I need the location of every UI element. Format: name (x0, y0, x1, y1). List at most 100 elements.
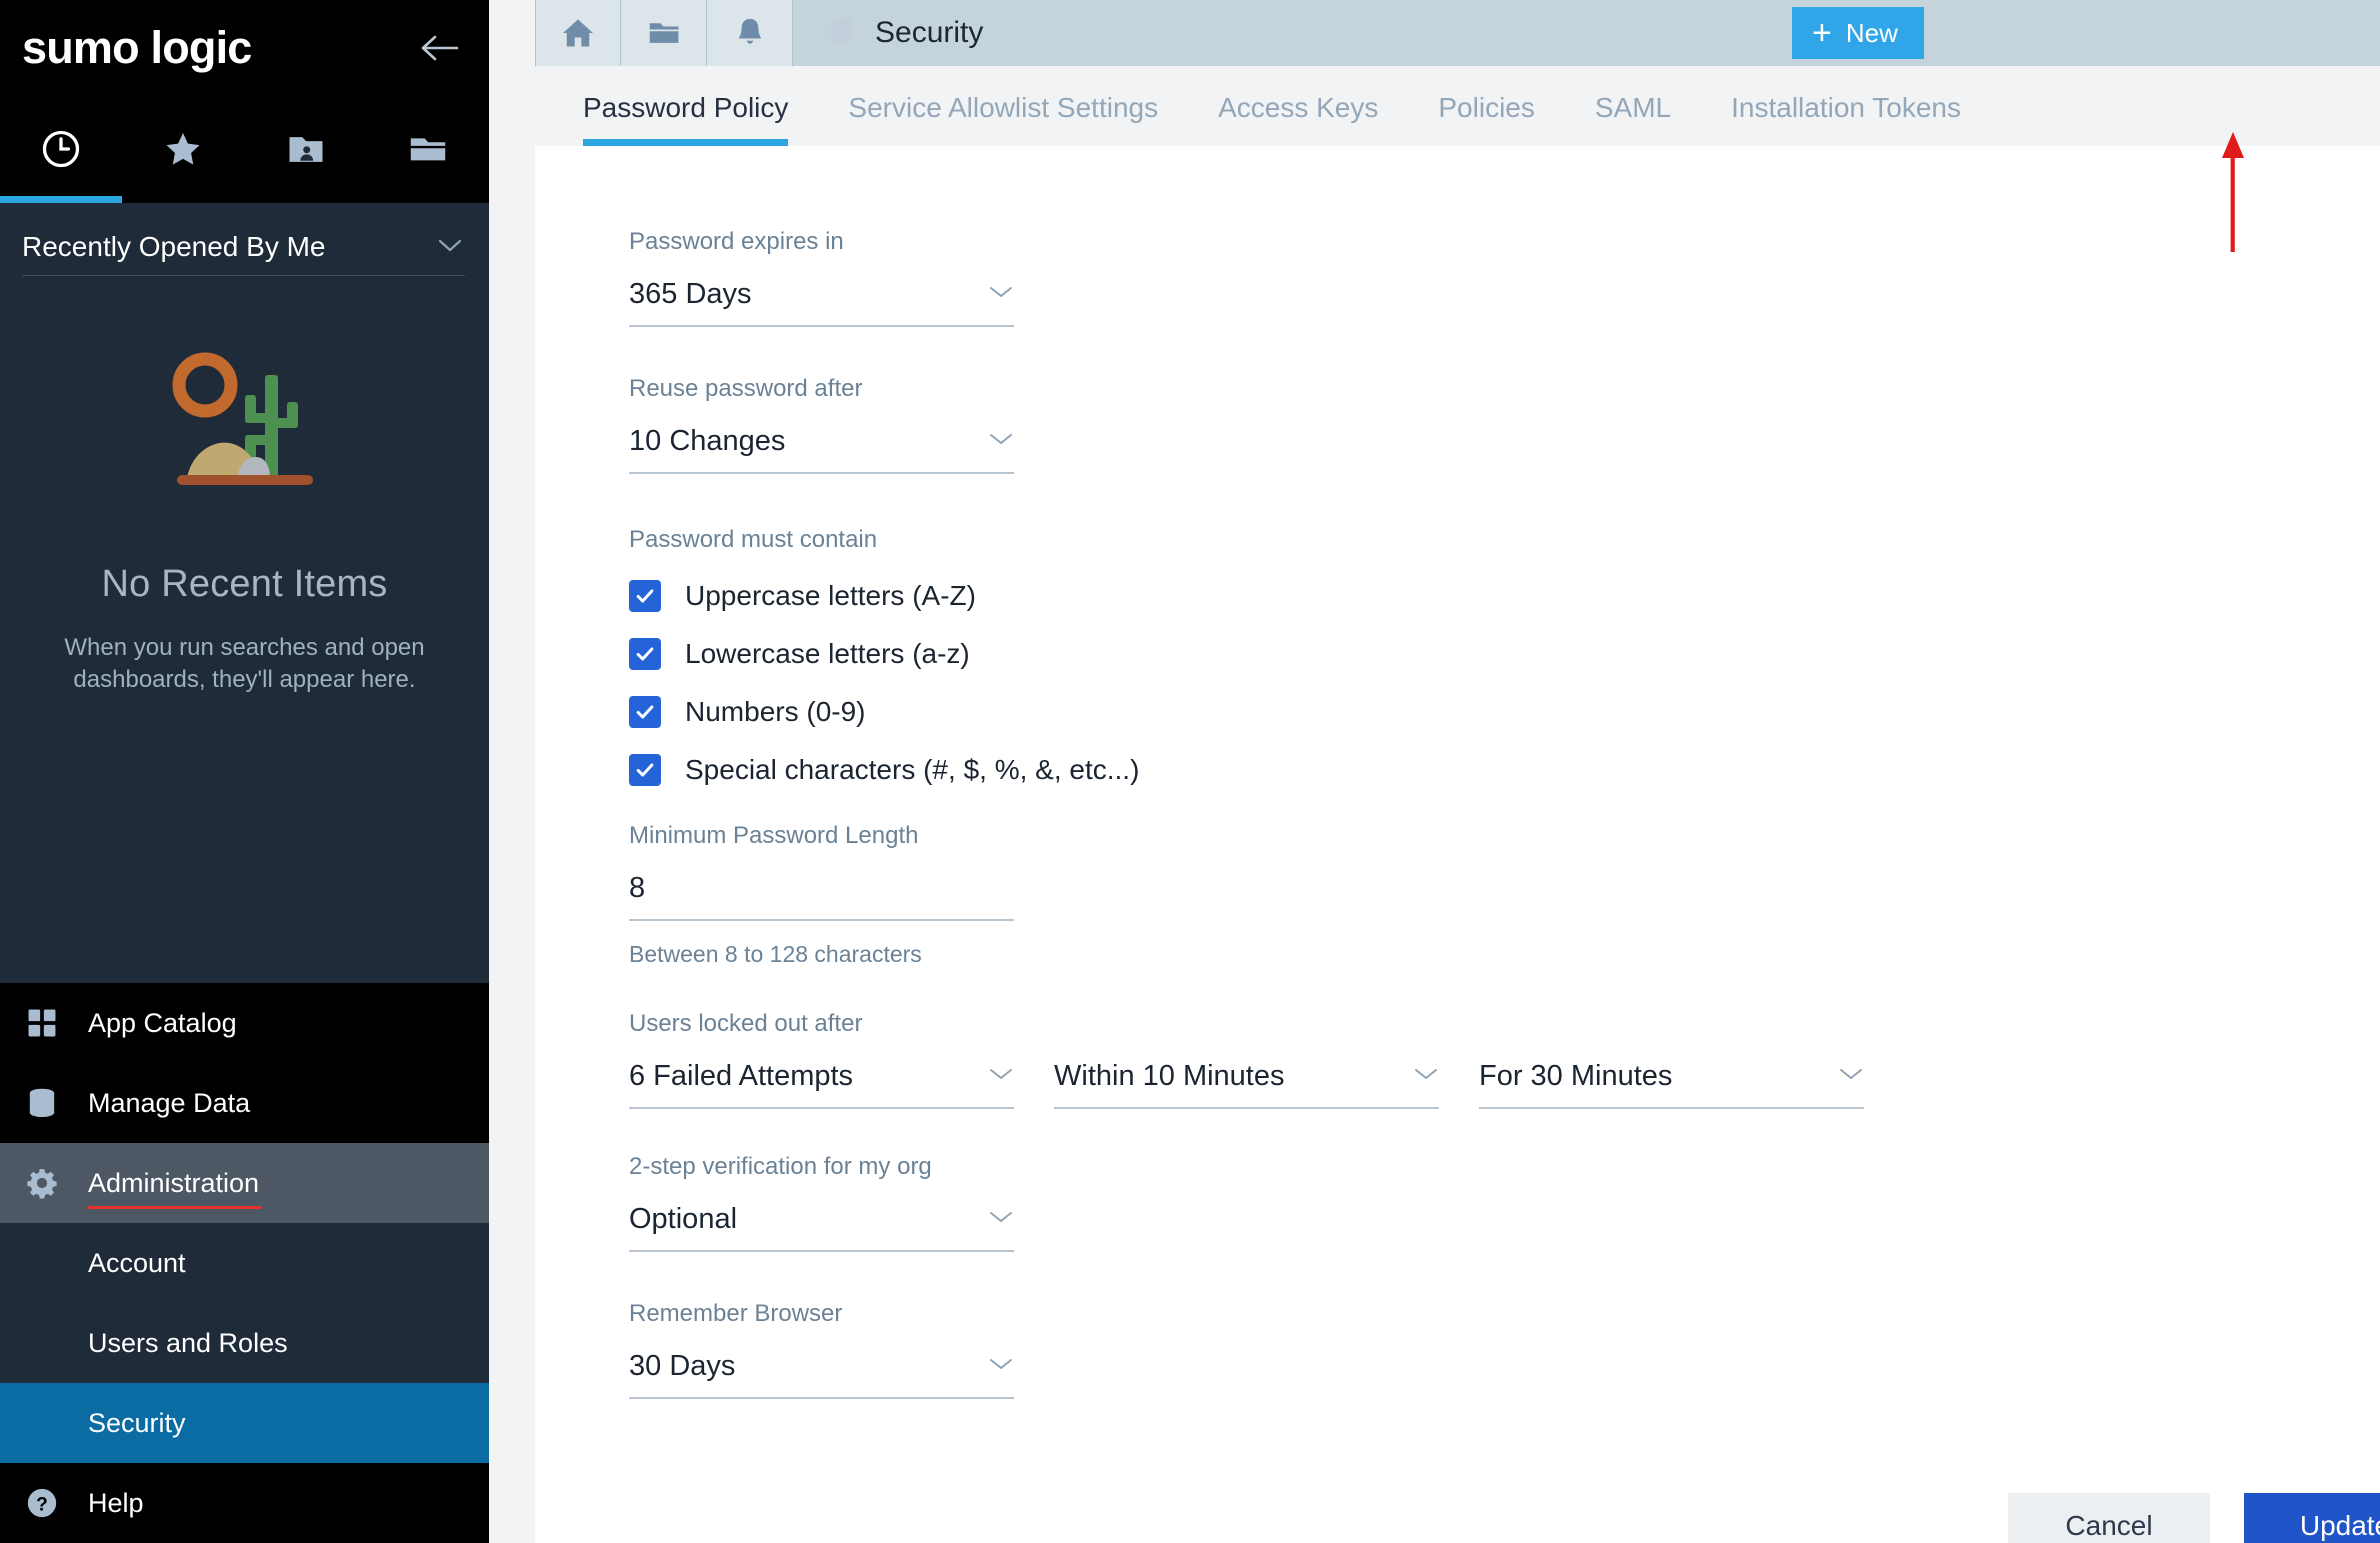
sidebar-item-app-catalog[interactable]: App Catalog (0, 983, 489, 1063)
sidebar-item-label: Manage Data (88, 1087, 251, 1118)
sidebar-nav: App Catalog Manage Data Administration A… (0, 983, 489, 1543)
sidebar-item-administration[interactable]: Administration (0, 1143, 489, 1223)
tab-password-policy[interactable]: Password Policy (583, 92, 789, 146)
help-circle-icon: ? (18, 1486, 66, 1520)
folder-icon (649, 23, 678, 43)
chevron-down-icon (988, 1356, 1014, 1377)
remember-browser-select[interactable]: 30 Days (629, 1350, 1014, 1399)
empty-state-subtitle: When you run searches and open dashboard… (64, 634, 425, 694)
breadcrumb-label: Security (875, 16, 984, 49)
sidebar-item-label: App Catalog (88, 1007, 237, 1038)
checkbox-icon (629, 580, 661, 612)
tab-service-allowlist-settings[interactable]: Service Allowlist Settings (848, 92, 1158, 146)
sidebar-item-help[interactable]: ? Help (0, 1463, 489, 1543)
password-policy-form: Password expires in 365 Days Reuse passw… (535, 146, 2380, 1399)
select-value: 30 Days (629, 1350, 736, 1382)
minimum-password-length-input[interactable]: 8 (629, 872, 1014, 921)
group-label: Password must contain (629, 526, 878, 553)
top-toolbar: Security + New (535, 0, 2380, 66)
sidebar-subitem-label: Security (88, 1407, 186, 1438)
checkbox-icon (629, 754, 661, 786)
star-icon (166, 133, 200, 165)
recent-filter-control[interactable]: Recently Opened By Me (22, 233, 465, 276)
sidebar-item-security[interactable]: Security (0, 1383, 489, 1463)
select-value: 365 Days (629, 278, 752, 310)
sidebar-item-label: Help (88, 1487, 144, 1518)
checkbox-label: Uppercase letters (A-Z) (685, 580, 976, 611)
breadcrumb: Security (793, 0, 983, 66)
select-value: Within 10 Minutes (1054, 1060, 1285, 1092)
sidebar-tab-favorites[interactable] (122, 95, 244, 203)
chevron-down-icon (988, 284, 1014, 305)
grid-icon (18, 1006, 66, 1040)
password-expires-select[interactable]: 365 Days (629, 278, 1014, 327)
field-label: Password expires in (629, 228, 844, 255)
tab-strip: Password Policy Service Allowlist Settin… (535, 66, 2380, 146)
content-gutter (489, 0, 535, 1543)
home-icon (563, 19, 593, 47)
sidebar-subitem-label: Account (88, 1247, 186, 1278)
cancel-button[interactable]: Cancel (2008, 1493, 2210, 1543)
open-folder-icon (410, 138, 446, 161)
field-minimum-password-length: Minimum Password Length 8 Between 8 to 1… (629, 822, 2380, 968)
checkbox-label: Lowercase letters (a-z) (685, 638, 970, 669)
field-remember-browser: Remember Browser 30 Days (629, 1300, 2380, 1399)
lockout-select-row: 6 Failed Attempts Within 10 Minutes For … (629, 1060, 2380, 1109)
tab-access-keys[interactable]: Access Keys (1218, 92, 1378, 146)
field-password-must-contain: Password must contain Uppercase letters … (629, 526, 2380, 786)
field-users-locked-out-after: Users locked out after 6 Failed Attempts… (629, 1010, 2380, 1109)
content-panel: Password expires in 365 Days Reuse passw… (535, 146, 2380, 1543)
sidebar-tab-library[interactable] (367, 95, 489, 203)
sumo-logic-logo: sumo logic (22, 22, 252, 73)
field-label: Users locked out after (629, 1010, 863, 1037)
field-label: Minimum Password Length (629, 822, 919, 849)
sidebar-tab-recent[interactable] (0, 95, 123, 203)
tab-installation-tokens[interactable]: Installation Tokens (1731, 92, 1961, 146)
sidebar-item-manage-data[interactable]: Manage Data (0, 1063, 489, 1143)
clock-icon (42, 130, 80, 168)
sidebar-item-label: Administration (88, 1167, 262, 1209)
lockout-duration-select[interactable]: For 30 Minutes (1479, 1060, 1864, 1109)
personal-folder-icon (289, 137, 323, 162)
home-button[interactable] (535, 0, 621, 66)
input-value: 8 (629, 872, 646, 904)
arrow-left-icon (421, 35, 459, 60)
new-button[interactable]: + New (1792, 7, 1924, 59)
reuse-password-select[interactable]: 10 Changes (629, 425, 1014, 474)
select-value: Optional (629, 1203, 738, 1235)
field-label: Reuse password after (629, 375, 863, 402)
two-step-verification-select[interactable]: Optional (629, 1203, 1014, 1252)
field-label: 2-step verification for my org (629, 1153, 932, 1180)
chevron-down-icon (988, 1066, 1014, 1087)
sidebar-item-account[interactable]: Account (0, 1223, 489, 1303)
tab-saml[interactable]: SAML (1595, 92, 1671, 146)
folder-button[interactable] (621, 0, 707, 66)
database-icon (18, 1086, 66, 1120)
checkbox-lowercase-letters[interactable]: Lowercase letters (a-z) (629, 638, 2380, 670)
update-button[interactable]: Update (2244, 1493, 2380, 1543)
select-value: 6 Failed Attempts (629, 1060, 854, 1092)
sidebar-tab-personal-folder[interactable] (245, 95, 367, 203)
chevron-down-icon (988, 1209, 1014, 1230)
select-value: For 30 Minutes (1479, 1060, 1673, 1092)
lockout-window-select[interactable]: Within 10 Minutes (1054, 1060, 1439, 1109)
empty-state: No Recent Items When you run searches an… (0, 299, 489, 983)
checkbox-uppercase-letters[interactable]: Uppercase letters (A-Z) (629, 580, 2380, 612)
field-reuse-password: Reuse password after 10 Changes (629, 375, 2380, 474)
top-toolbar-icons (535, 0, 793, 66)
gear-icon (18, 1166, 66, 1200)
checkbox-special-characters[interactable]: Special characters (#, $, %, &, etc...) (629, 754, 2380, 786)
tab-policies[interactable]: Policies (1438, 92, 1534, 146)
sidebar-item-users-and-roles[interactable]: Users and Roles (0, 1303, 489, 1383)
field-two-step-verification: 2-step verification for my org Optional (629, 1153, 2380, 1252)
notifications-button[interactable] (707, 0, 793, 66)
svg-text:?: ? (36, 1494, 48, 1515)
checkbox-numbers[interactable]: Numbers (0-9) (629, 696, 2380, 728)
checkbox-icon (629, 638, 661, 670)
lockout-attempts-select[interactable]: 6 Failed Attempts (629, 1060, 1014, 1109)
recent-filter-label: Recently Opened By Me (22, 231, 326, 262)
recent-filter[interactable]: Recently Opened By Me (0, 203, 489, 299)
select-value: 10 Changes (629, 425, 786, 457)
sidebar-brand-bar: sumo logic (0, 0, 489, 95)
collapse-sidebar-button[interactable] (417, 26, 461, 70)
